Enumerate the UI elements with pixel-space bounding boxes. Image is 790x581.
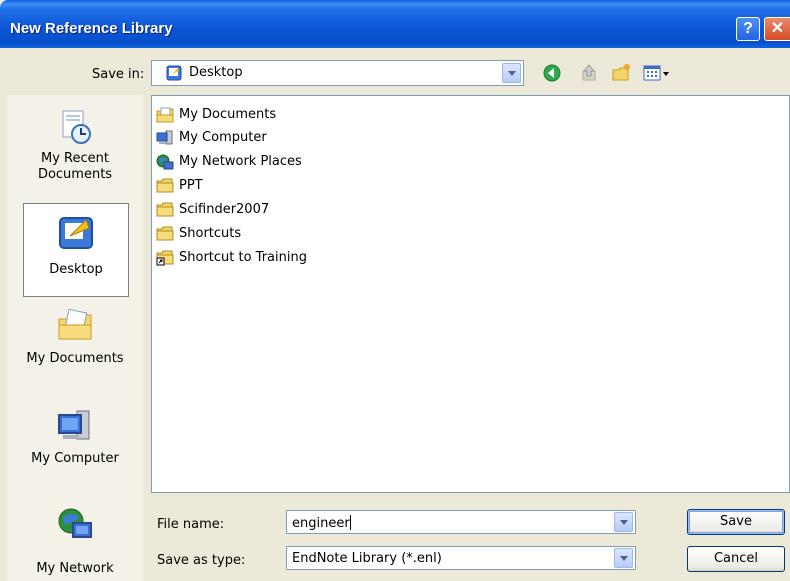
folder-icon [156, 202, 174, 217]
folder-icon [156, 226, 174, 241]
place-label: My Documents [26, 351, 124, 366]
chevron-down-icon[interactable] [614, 512, 633, 532]
view-menu-icon[interactable] [642, 62, 672, 84]
file-name-label: File name: [157, 517, 225, 532]
file-name: My Documents [179, 107, 277, 122]
file-name: Shortcuts [179, 226, 242, 241]
place-label: My Recent Documents [37, 151, 113, 182]
my-computer-icon [58, 410, 90, 440]
save-in-dropdown[interactable]: Desktop [151, 60, 524, 86]
cancel-button[interactable]: Cancel [687, 546, 785, 572]
chevron-down-icon[interactable] [502, 63, 521, 83]
place-my-documents[interactable]: My Documents [23, 305, 127, 367]
save-as-type-dropdown[interactable]: EndNote Library (*.enl) [286, 546, 636, 570]
place-my-computer[interactable]: My Computer [23, 407, 127, 467]
save-button[interactable]: Save [687, 509, 785, 535]
place-recent-documents[interactable]: My Recent Documents [23, 107, 127, 183]
recent-documents-icon [62, 110, 91, 144]
file-name: PPT [179, 178, 203, 193]
place-label: Desktop [49, 262, 103, 277]
help-button[interactable]: ? [736, 17, 760, 41]
network-places-icon [156, 154, 174, 170]
up-folder-icon[interactable] [578, 62, 600, 84]
file-list[interactable]: My Documents My Computer My Network Plac… [151, 95, 790, 493]
my-computer-icon [156, 130, 173, 145]
desktop-icon [166, 65, 182, 81]
close-button[interactable]: ✕ [764, 17, 790, 41]
places-bar: My Recent Documents Desktop My Documents [7, 95, 143, 581]
text-caret [349, 515, 351, 530]
place-label: My Network [36, 561, 114, 576]
window-title: New Reference Library [10, 20, 173, 37]
title-bar: New Reference Library ? ✕ [0, 0, 790, 48]
file-name: My Network Places [179, 154, 302, 169]
save-as-type-value: EndNote Library (*.enl) [292, 551, 442, 566]
save-in-label: Save in: [92, 67, 145, 82]
save-as-type-label: Save as type: [157, 553, 246, 568]
place-label: My Computer [31, 451, 119, 466]
my-documents-icon [58, 308, 92, 340]
place-my-network[interactable]: My Network [23, 505, 127, 577]
save-in-value: Desktop [189, 65, 243, 80]
file-name: Shortcut to Training [179, 250, 307, 265]
file-name: My Computer [179, 130, 267, 145]
folder-icon [156, 178, 174, 193]
file-name-value: engineer [292, 515, 351, 531]
shortcut-folder-icon [156, 250, 174, 266]
my-network-icon [58, 508, 92, 538]
file-name-input[interactable]: engineer [286, 510, 636, 534]
desktop-icon [59, 217, 93, 249]
place-desktop[interactable]: Desktop [23, 203, 129, 297]
new-folder-icon[interactable] [610, 62, 632, 84]
chevron-down-icon[interactable] [614, 548, 633, 568]
back-arrow-icon[interactable] [541, 62, 563, 84]
file-name: Scifinder2007 [179, 202, 270, 217]
places-panel: My Recent Documents Desktop My Documents [7, 95, 143, 581]
my-documents-icon [156, 107, 174, 123]
